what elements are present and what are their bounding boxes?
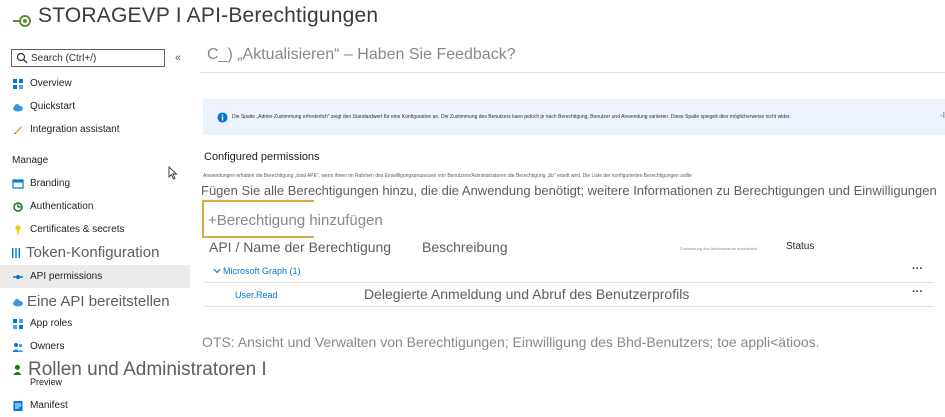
footer-description: OTS: Ansicht und Verwalten von Berechtig…: [202, 334, 820, 350]
sidebar-item-app-roles[interactable]: App roles: [0, 313, 190, 334]
info-banner: Die Spalte „Admin-Zustimmung erforderlic…: [203, 99, 945, 135]
sidebar-item-label: Manifest: [30, 400, 68, 411]
more-options-row[interactable]: ···: [912, 286, 923, 298]
command-bar[interactable]: C_) „Aktualisieren“ – Haben Sie Feedback…: [207, 46, 516, 64]
authentication-icon: [13, 201, 23, 212]
sidebar-item-certificates-secrets[interactable]: Certificates & secrets: [0, 219, 190, 240]
sidebar-item-label: Token-Konfiguration: [26, 244, 160, 261]
sidebar-item-owners[interactable]: Owners: [0, 336, 190, 357]
more-options-group[interactable]: ···: [912, 263, 923, 275]
sidebar-item-integration-assistant[interactable]: Integration assistant: [0, 119, 190, 140]
add-permission-button[interactable]: +Berechtigung hinzufügen: [208, 212, 383, 229]
chevron-down-icon[interactable]: [213, 268, 221, 274]
sidebar-item-manifest[interactable]: Manifest: [0, 395, 190, 416]
app-registration-icon: [13, 15, 31, 27]
rocket-icon: [14, 125, 22, 134]
api-group-microsoft-graph[interactable]: Microsoft Graph (1): [223, 266, 301, 276]
info-banner-more[interactable]: -I: [940, 111, 945, 120]
configured-permissions-description: Anwendungen erhalten die Berechtigung „t…: [203, 173, 692, 179]
sidebar-item-label: Eine API bereitstellen: [27, 293, 170, 310]
sidebar-item-label: Overview: [30, 78, 72, 89]
sidebar-search[interactable]: [11, 49, 165, 67]
cloud-icon: [13, 103, 23, 111]
section-title-configured-permissions: Configured permissions: [204, 151, 320, 163]
sidebar-item-api-permissions[interactable]: API permissions: [0, 265, 190, 288]
sidebar-item-label: App roles: [30, 318, 73, 329]
grid-icon: [13, 78, 23, 89]
roles-admins-icon: [13, 364, 22, 375]
column-header-name[interactable]: API / Name der Berechtigung: [209, 239, 391, 255]
add-permission-label: Berechtigung hinzufügen: [216, 212, 383, 229]
sidebar-item-roles-administrators[interactable]: Rollen und Administratoren I: [28, 359, 267, 381]
sidebar-item-label: API permissions: [30, 271, 103, 282]
sidebar-item-label: Owners: [30, 341, 65, 352]
sidebar-item-label: Quickstart: [30, 101, 76, 112]
sidebar-item-overview[interactable]: Overview: [0, 73, 190, 94]
api-permissions-icon: [13, 274, 23, 279]
sidebar-item-expose-an-api[interactable]: Eine API bereitstellen: [0, 291, 190, 312]
configured-permissions-description-2: Fügen Sie alle Berechtigungen hinzu, die…: [201, 183, 937, 198]
page-title: STORAGEVP I API-Berechtigungen: [38, 4, 379, 27]
key-icon: [15, 224, 21, 235]
sidebar-item-quickstart[interactable]: Quickstart: [0, 96, 190, 117]
collapse-sidebar-button[interactable]: «: [175, 52, 181, 64]
sidebar-item-label: Branding: [30, 178, 71, 189]
info-banner-text: Die Spalte „Admin-Zustimmung erforderlic…: [232, 114, 791, 120]
sidebar-item-label: Certificates & secrets: [30, 224, 125, 235]
search-icon: [16, 52, 28, 64]
section-header-manage: Manage: [12, 155, 49, 166]
token-config-icon: [12, 247, 20, 258]
app-roles-icon: [13, 318, 23, 329]
owners-icon: [12, 342, 24, 352]
column-header-description[interactable]: Beschreibung: [422, 239, 508, 255]
info-icon: [217, 111, 228, 123]
branding-icon: [12, 178, 24, 189]
manifest-icon: [13, 400, 23, 411]
mouse-cursor-icon: [168, 166, 178, 180]
column-header-status[interactable]: Status: [786, 241, 814, 252]
permission-name-link[interactable]: User.Read: [235, 290, 278, 300]
add-icon: +: [208, 212, 217, 229]
sidebar-item-label: Integration assistant: [30, 124, 120, 135]
cloud-api-icon: [13, 298, 23, 306]
sidebar-item-token-configuration[interactable]: Token-Konfiguration: [0, 242, 190, 263]
sidebar-item-branding[interactable]: Branding: [0, 173, 190, 194]
search-input[interactable]: [31, 51, 151, 65]
sidebar-item-label: Authentication: [30, 201, 94, 212]
sidebar-item-authentication[interactable]: Authentication: [0, 196, 190, 217]
divider: [200, 72, 945, 73]
column-header-admin-consent[interactable]: Zustimmung des Administrators erforderli…: [680, 246, 757, 251]
permission-description: Delegierte Anmeldung und Abruf des Benut…: [364, 286, 690, 302]
table-group-row: [203, 262, 934, 283]
